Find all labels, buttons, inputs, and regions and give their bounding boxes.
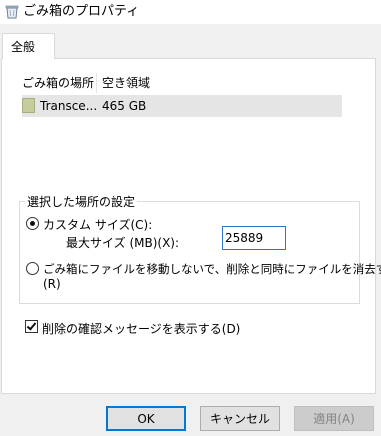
settings-group-title: 選択した場所の設定 [25, 193, 138, 210]
check-icon [26, 320, 37, 331]
apply-button[interactable]: 適用(A) [294, 406, 374, 431]
list-item-free-space: 465 GB [102, 99, 147, 113]
confirm-delete-label[interactable]: 削除の確認メッセージを表示する(D) [42, 320, 240, 337]
tab-general[interactable]: 全般 [2, 33, 55, 59]
recycle-bin-icon [5, 5, 19, 19]
column-header-location[interactable]: ごみ箱の場所 [22, 76, 94, 94]
custom-size-radio[interactable] [26, 217, 39, 230]
max-size-label: 最大サイズ (MB)(X): [66, 236, 180, 250]
max-size-input[interactable] [222, 226, 286, 250]
no-move-label-hotkey[interactable]: (R) [43, 277, 61, 291]
ok-button[interactable]: OK [106, 406, 186, 431]
column-header-free-space[interactable]: 空き領域 [102, 76, 150, 94]
column-separator[interactable] [96, 73, 97, 93]
no-move-label[interactable]: ごみ箱にファイルを移動しないで、削除と同時にファイルを消去する [43, 261, 381, 277]
custom-size-label[interactable]: カスタム サイズ(C): [43, 216, 152, 233]
window-title: ごみ箱のプロパティ [23, 4, 140, 19]
drive-icon [22, 98, 35, 113]
list-item-location: Transce... [40, 99, 98, 113]
confirm-delete-checkbox[interactable] [25, 320, 38, 333]
no-move-radio[interactable] [26, 262, 39, 275]
cancel-button[interactable]: キャンセル [200, 406, 280, 431]
tab-label: 全般 [11, 40, 36, 54]
